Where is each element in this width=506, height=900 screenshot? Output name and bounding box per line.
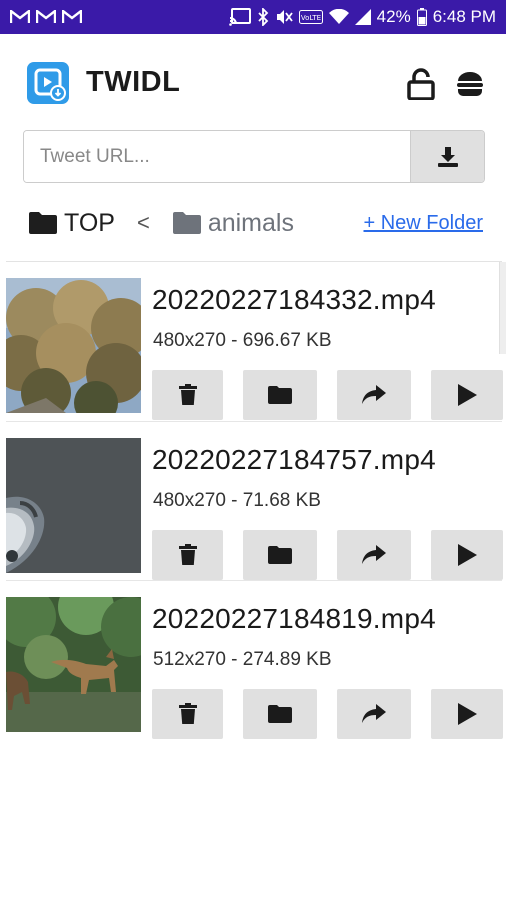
play-icon <box>458 703 477 725</box>
unlock-icon[interactable] <box>407 68 435 101</box>
file-meta: 512x270 - 274.89 KB <box>153 649 332 670</box>
svg-text:VoLTE: VoLTE <box>301 14 321 22</box>
file-row: 20220227184819.mp4 512x270 - 274.89 KB <box>6 580 503 739</box>
folder-icon <box>172 212 201 234</box>
folder-icon <box>268 386 292 404</box>
share-icon <box>362 385 386 404</box>
app-logo-icon <box>27 62 69 104</box>
file-list: 20220227184332.mp4 480x270 - 696.67 KB 2… <box>6 262 503 739</box>
share-button[interactable] <box>337 530 411 580</box>
trash-icon <box>178 544 197 565</box>
app-header: TWIDL <box>0 34 506 130</box>
tweet-url-input[interactable] <box>24 131 410 182</box>
gmail-icon <box>36 10 56 24</box>
file-actions <box>152 689 503 739</box>
wifi-icon <box>328 9 349 25</box>
gmail-icon <box>62 10 82 24</box>
volte-icon: VoLTE <box>298 10 323 24</box>
clock: 6:48 PM <box>432 7 496 26</box>
cast-icon <box>228 8 251 26</box>
folder-icon <box>268 705 292 723</box>
app-title: TWIDL <box>86 66 181 98</box>
share-icon <box>362 704 386 723</box>
move-folder-button[interactable] <box>243 689 317 739</box>
folder-icon <box>268 546 292 564</box>
file-meta: 480x270 - 71.68 KB <box>153 490 321 511</box>
file-name: 20220227184819.mp4 <box>152 603 436 634</box>
share-button[interactable] <box>337 370 411 420</box>
system-icons: VoLTE 42% 6:48 PM <box>228 7 496 27</box>
play-icon <box>458 384 477 406</box>
bluetooth-icon <box>257 8 269 26</box>
breadcrumb-current: animals <box>172 209 294 238</box>
file-meta: 480x270 - 696.67 KB <box>153 330 332 351</box>
play-icon <box>458 544 477 566</box>
trash-icon <box>178 703 197 724</box>
move-folder-button[interactable] <box>243 370 317 420</box>
gmail-icon <box>10 10 30 24</box>
video-thumbnail[interactable] <box>6 278 141 413</box>
scrollbar[interactable] <box>499 262 506 354</box>
delete-button[interactable] <box>152 370 223 420</box>
download-icon <box>437 146 458 167</box>
battery-icon <box>416 8 427 26</box>
video-thumbnail[interactable] <box>6 438 141 573</box>
move-folder-button[interactable] <box>243 530 317 580</box>
battery-percentage: 42% <box>376 7 411 26</box>
breadcrumb-root[interactable]: TOP <box>28 209 115 238</box>
share-icon <box>362 545 386 564</box>
play-button[interactable] <box>431 689 503 739</box>
download-button[interactable] <box>410 131 484 182</box>
share-button[interactable] <box>337 689 411 739</box>
play-button[interactable] <box>431 370 503 420</box>
status-bar: VoLTE 42% 6:48 PM <box>0 0 506 34</box>
file-actions <box>152 530 503 580</box>
folder-icon <box>29 212 57 234</box>
file-row: 20220227184332.mp4 480x270 - 696.67 KB <box>6 262 503 421</box>
breadcrumb-root-label: TOP <box>64 208 115 237</box>
file-actions <box>152 370 503 420</box>
delete-button[interactable] <box>152 530 223 580</box>
signal-icon <box>354 9 371 25</box>
hamburger-menu-icon[interactable] <box>455 70 485 98</box>
breadcrumb: TOP < animals + New Folder <box>28 206 483 240</box>
file-row: 20220227184757.mp4 480x270 - 71.68 KB <box>6 421 503 580</box>
delete-button[interactable] <box>152 689 223 739</box>
breadcrumb-current-label: animals <box>207 208 294 237</box>
new-folder-link[interactable]: + New Folder <box>364 212 484 235</box>
play-button[interactable] <box>431 530 503 580</box>
notification-icons <box>10 10 82 24</box>
trash-icon <box>178 384 197 405</box>
mute-icon <box>275 8 293 26</box>
video-thumbnail[interactable] <box>6 597 141 732</box>
breadcrumb-separator: < <box>136 210 150 235</box>
file-name: 20220227184757.mp4 <box>152 444 436 475</box>
file-name: 20220227184332.mp4 <box>152 284 436 315</box>
tweet-url-bar <box>23 130 485 183</box>
